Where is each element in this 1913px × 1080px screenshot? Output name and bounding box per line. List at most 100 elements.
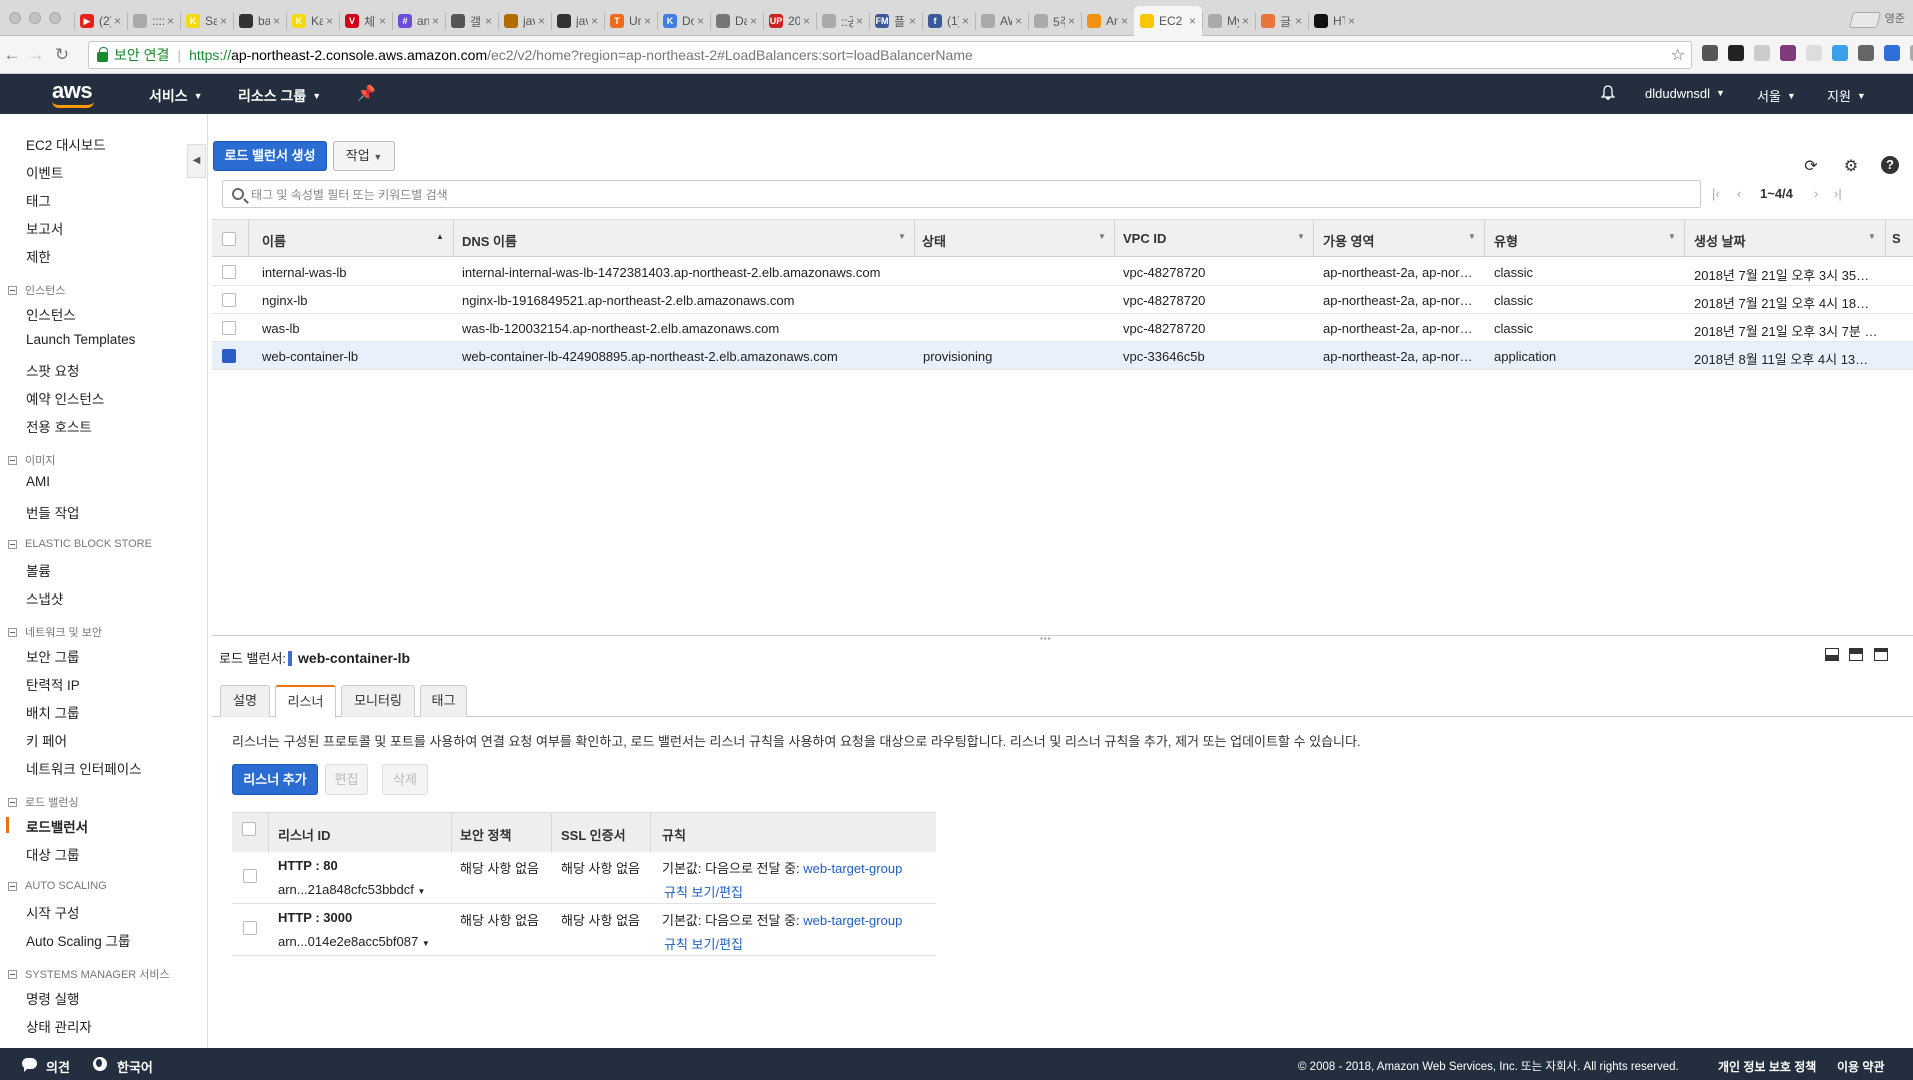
sidebar-item[interactable]: 예약 인스턴스 bbox=[26, 388, 104, 408]
onenote-icon[interactable] bbox=[1780, 45, 1796, 61]
sidebar-item[interactable]: Auto Scaling 그룹 bbox=[26, 930, 130, 950]
browser-tab[interactable]: bar× bbox=[233, 6, 286, 36]
column-menu-icon[interactable]: ▼ bbox=[1297, 232, 1305, 241]
sidebar-item[interactable]: 배치 그룹 bbox=[26, 702, 79, 722]
refresh-icon[interactable]: ⟳ bbox=[1802, 156, 1820, 175]
close-tab-icon[interactable]: × bbox=[1348, 14, 1355, 28]
column-menu-icon[interactable]: ▼ bbox=[1468, 232, 1476, 241]
extension-icon[interactable] bbox=[1858, 45, 1874, 61]
close-tab-icon[interactable]: × bbox=[909, 14, 916, 28]
profile-name[interactable]: 영준 bbox=[1885, 10, 1905, 26]
browser-tab[interactable]: UP 201× bbox=[763, 6, 816, 36]
target-group-link[interactable]: web-target-group bbox=[803, 913, 902, 928]
view-edit-rules-link[interactable]: 규칙 보기/편집 bbox=[664, 882, 743, 901]
bell-icon[interactable] bbox=[1601, 85, 1615, 100]
collapse-sidebar-button[interactable]: ◀ bbox=[187, 144, 206, 178]
close-tab-icon[interactable]: × bbox=[644, 14, 651, 28]
table-row[interactable]: was-lb was-lb-120032154.ap-northeast-2.el… bbox=[212, 314, 1913, 342]
sidebar-item[interactable]: 번들 작업 bbox=[26, 502, 79, 522]
column-menu-icon[interactable]: ▼ bbox=[898, 232, 906, 241]
panel-bottom-view-icon[interactable] bbox=[1825, 648, 1839, 661]
column-header-dns[interactable]: DNS 이름 bbox=[462, 231, 517, 250]
close-tab-icon[interactable]: × bbox=[1068, 14, 1075, 28]
listener-arn[interactable]: arn...21a848cfc53bbdcf ▼ bbox=[278, 882, 425, 897]
next-page-icon[interactable]: › bbox=[1814, 186, 1818, 201]
panel-top-view-icon[interactable] bbox=[1874, 648, 1888, 661]
region-menu[interactable]: 서울 ▼ bbox=[1757, 86, 1796, 105]
help-icon[interactable]: ? bbox=[1881, 156, 1899, 174]
window-close-icon[interactable] bbox=[9, 12, 21, 24]
sidebar-section-header[interactable]: 인스턴스 bbox=[8, 282, 65, 298]
browser-tab[interactable]: 5주× bbox=[1028, 6, 1081, 36]
sidebar-item[interactable]: 명령 실행 bbox=[26, 988, 79, 1008]
close-tab-icon[interactable]: × bbox=[803, 14, 810, 28]
sidebar-section-header[interactable]: 로드 밸런싱 bbox=[8, 794, 79, 810]
bookmark-star-icon[interactable]: ☆ bbox=[1671, 45, 1685, 65]
column-menu-icon[interactable]: ▼ bbox=[1668, 232, 1676, 241]
column-header-more[interactable]: S bbox=[1892, 231, 1901, 246]
sidebar-item[interactable]: 스냅샷 bbox=[26, 588, 63, 608]
panel-splitter[interactable] bbox=[212, 635, 1913, 636]
terms-link[interactable]: 이용 약관 bbox=[1837, 1058, 1885, 1075]
browser-tab[interactable]: T Uni× bbox=[604, 6, 657, 36]
delete-listener-button[interactable]: 삭제 bbox=[382, 764, 428, 795]
close-tab-icon[interactable]: × bbox=[1015, 14, 1022, 28]
filter-search-input[interactable] bbox=[251, 185, 1651, 205]
browser-tab[interactable]: ::공× bbox=[816, 6, 869, 36]
extension-icon[interactable] bbox=[1832, 45, 1848, 61]
listener-checkbox[interactable] bbox=[243, 869, 257, 883]
sidebar-item[interactable]: 네트워크 인터페이스 bbox=[26, 758, 142, 778]
extension-icon[interactable] bbox=[1884, 45, 1900, 61]
add-listener-button[interactable]: 리스너 추가 bbox=[232, 764, 318, 795]
sidebar-section-header[interactable]: SYSTEMS MANAGER 서비스 bbox=[8, 966, 170, 982]
browser-tab[interactable]: java× bbox=[498, 6, 551, 36]
last-page-icon[interactable]: ›| bbox=[1834, 186, 1842, 201]
collapse-toggle-icon[interactable] bbox=[8, 285, 17, 295]
select-all-checkbox[interactable] bbox=[222, 232, 236, 246]
sidebar-item[interactable]: 태그 bbox=[26, 190, 51, 210]
column-header-name[interactable]: 이름 bbox=[262, 231, 286, 250]
column-header-state[interactable]: 상태 bbox=[922, 231, 946, 250]
close-tab-icon[interactable]: × bbox=[114, 14, 121, 28]
browser-tab[interactable]: K Dou× bbox=[657, 6, 710, 36]
browser-tab[interactable]: Am× bbox=[1081, 6, 1134, 36]
resize-grip-icon[interactable]: ▪▪▪ bbox=[1040, 634, 1052, 643]
forward-icon[interactable]: → bbox=[26, 45, 46, 65]
sidebar-section-header[interactable]: AUTO SCALING bbox=[8, 880, 107, 892]
close-tab-icon[interactable]: × bbox=[379, 14, 386, 28]
account-menu[interactable]: dldudwnsdl ▼ bbox=[1645, 86, 1725, 101]
support-menu[interactable]: 지원 ▼ bbox=[1827, 86, 1866, 105]
sidebar-item[interactable]: AMI bbox=[26, 474, 50, 489]
sidebar-item[interactable]: 볼륨 bbox=[26, 560, 51, 580]
close-tab-icon[interactable]: × bbox=[538, 14, 545, 28]
tab-listeners[interactable]: 리스너 bbox=[275, 685, 336, 718]
row-checkbox[interactable] bbox=[222, 321, 236, 335]
listener-arn[interactable]: arn...014e2e8acc5bf087 ▼ bbox=[278, 934, 430, 949]
close-tab-icon[interactable]: × bbox=[220, 14, 227, 28]
table-row[interactable]: nginx-lb nginx-lb-1916849521.ap-northeast… bbox=[212, 286, 1913, 314]
sidebar-item[interactable]: 제한 bbox=[26, 246, 51, 266]
first-page-icon[interactable]: |‹ bbox=[1712, 186, 1720, 201]
browser-tab[interactable]: K Saf× bbox=[180, 6, 233, 36]
column-menu-icon[interactable]: ▼ bbox=[1868, 232, 1876, 241]
edit-listener-button[interactable]: 편집 bbox=[325, 764, 368, 795]
column-header-created[interactable]: 생성 날짜 bbox=[1694, 231, 1745, 250]
sidebar-item[interactable]: 시작 구성 bbox=[26, 902, 79, 922]
browser-tab[interactable]: My× bbox=[1202, 6, 1255, 36]
column-header-az[interactable]: 가용 영역 bbox=[1323, 231, 1374, 250]
collapse-toggle-icon[interactable] bbox=[8, 627, 17, 637]
sidebar-item[interactable]: 인스턴스 bbox=[26, 304, 76, 324]
close-tab-icon[interactable]: × bbox=[1242, 14, 1249, 28]
browser-tab[interactable]: # and× bbox=[392, 6, 445, 36]
browser-tab[interactable]: Das× bbox=[710, 6, 763, 36]
collapse-toggle-icon[interactable] bbox=[8, 969, 17, 979]
services-menu[interactable]: 서비스 ▼ bbox=[149, 86, 203, 106]
sidebar-section-header[interactable]: 이미지 bbox=[8, 452, 55, 468]
row-checkbox[interactable] bbox=[222, 293, 236, 307]
close-tab-icon[interactable]: × bbox=[697, 14, 704, 28]
row-checkbox[interactable] bbox=[222, 265, 236, 279]
pin-icon[interactable]: 📌 bbox=[357, 84, 376, 102]
gear-icon[interactable]: ⚙ bbox=[1842, 156, 1860, 175]
browser-tab[interactable]: ::::× bbox=[127, 6, 180, 36]
collapse-toggle-icon[interactable] bbox=[8, 455, 17, 465]
